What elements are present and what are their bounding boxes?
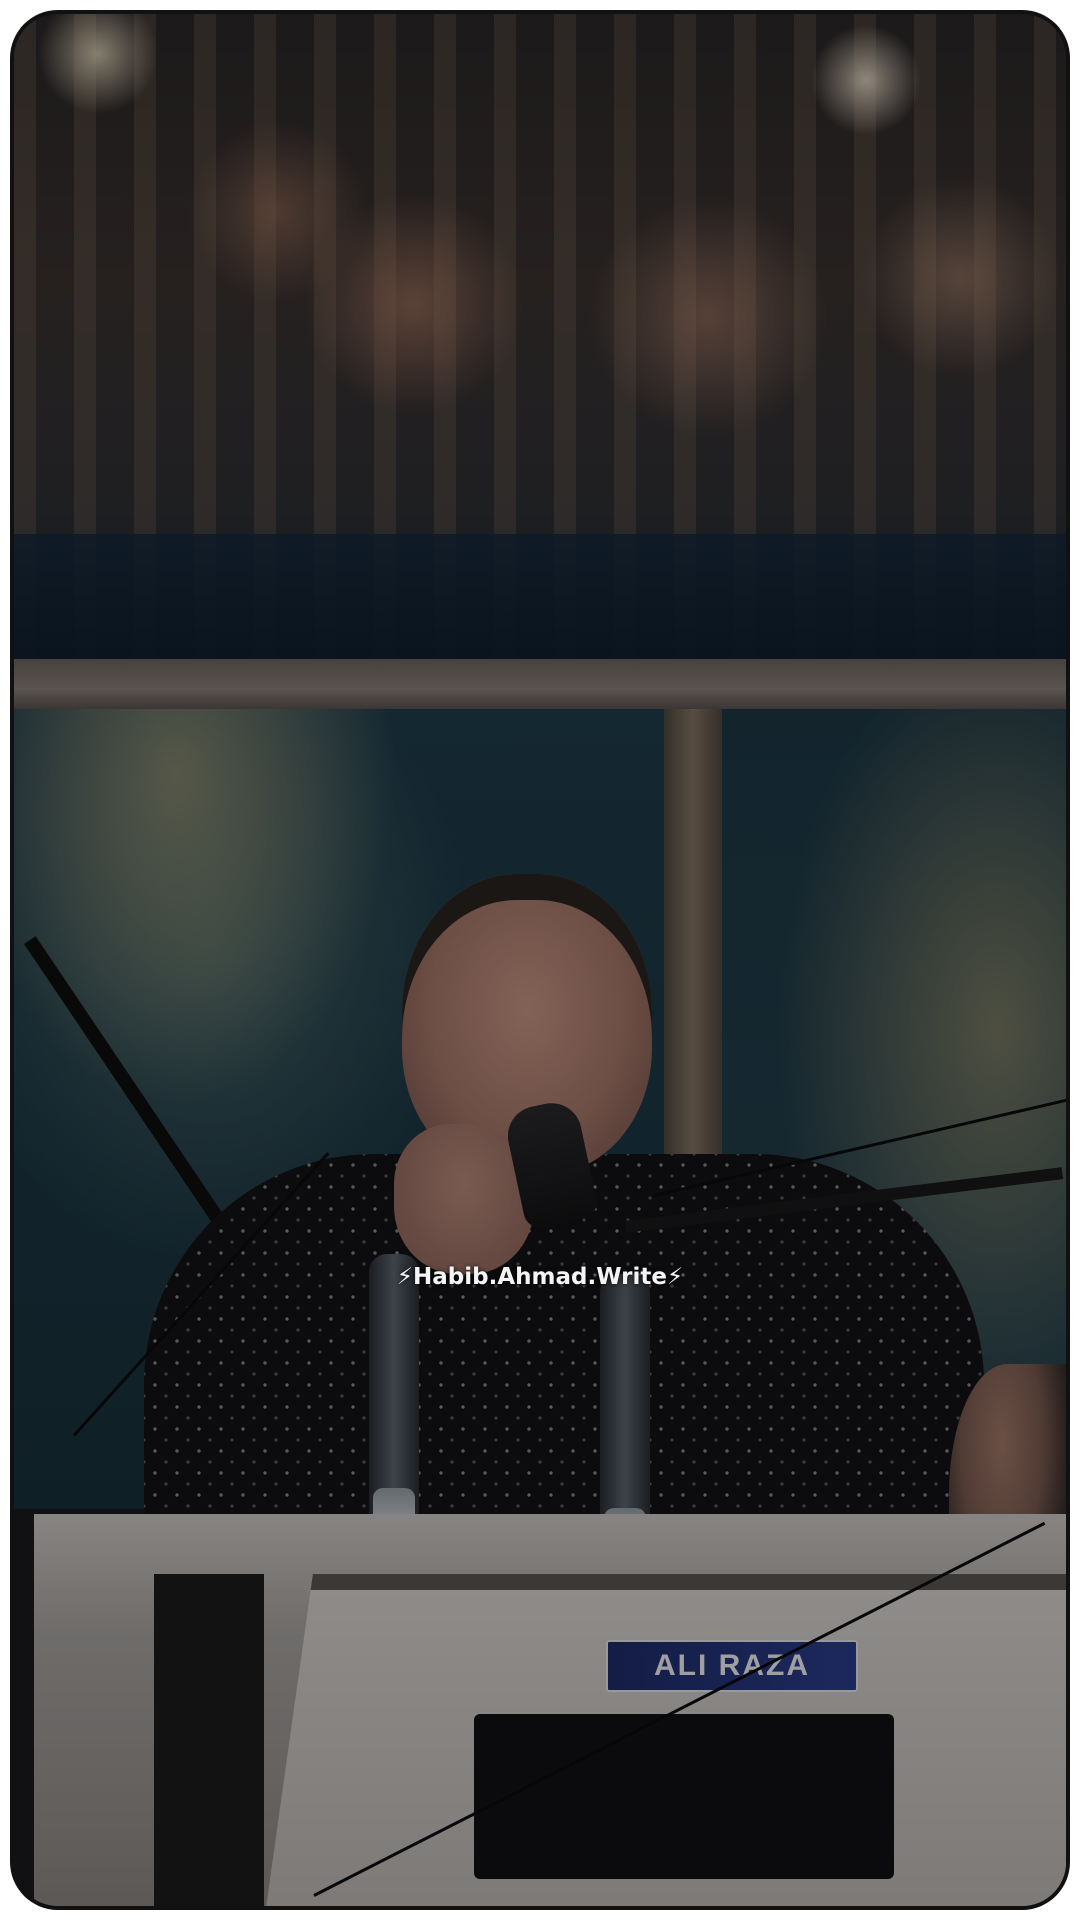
video-dim-overlay: [14, 14, 1066, 1906]
video-frame: ALI RAZA ⚡Habib.Ahmad.Write⚡: [14, 14, 1066, 1906]
video-scene: ALI RAZA ⚡Habib.Ahmad.Write⚡: [14, 14, 1066, 1906]
watermark-text: ⚡Habib.Ahmad.Write⚡: [396, 1264, 684, 1290]
